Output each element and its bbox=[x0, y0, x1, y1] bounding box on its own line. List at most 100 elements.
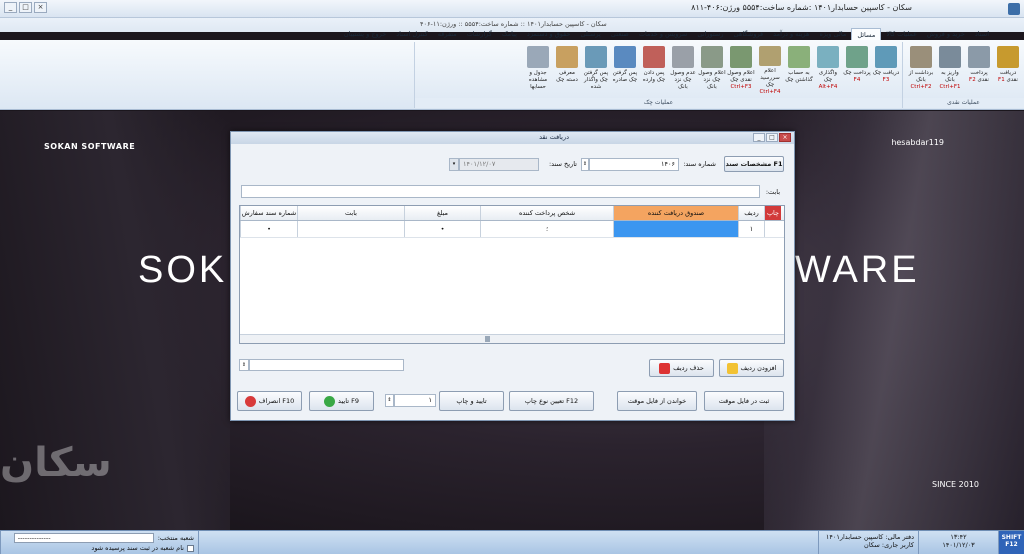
cheque-button-10[interactable]: پس گرفتن چک واگذار شده bbox=[582, 44, 610, 96]
cell-chap[interactable] bbox=[764, 221, 781, 237]
scroll-thumb[interactable] bbox=[485, 336, 490, 342]
cheque-button-7[interactable]: عدم وصول چک نزد بانک bbox=[669, 44, 697, 96]
window-title: سکان - کاسپین حسابدار۱۴۰۱ :شماره ساخت:۵۵… bbox=[691, 3, 912, 12]
datetime-cell: ۱۳:۴۲ ۱۴۰۱/۱۲/۰۳ bbox=[918, 531, 998, 554]
cheque-button-6[interactable]: اعلام وصول چک نزد بانک bbox=[698, 44, 726, 96]
babat-input[interactable] bbox=[241, 185, 760, 198]
dialog-maximize-icon[interactable]: □ bbox=[766, 133, 778, 142]
tab-2[interactable]: عملیات کالا bbox=[881, 28, 922, 40]
doc-no-spin[interactable]: ⇕ bbox=[581, 158, 589, 171]
print-type-button[interactable]: تعیین نوع چاپ F12 bbox=[509, 391, 594, 411]
maximize-icon[interactable]: □ bbox=[19, 2, 32, 13]
dialog-close-icon[interactable]: × bbox=[779, 133, 791, 142]
cheque-button-2[interactable]: واگذاری چک Alt+F4 bbox=[814, 44, 842, 96]
col-header-print[interactable]: چاپ bbox=[764, 206, 781, 220]
save-temp-button[interactable]: ثبت در فایل موقت bbox=[704, 391, 784, 411]
cell-pardakht[interactable]: ؛ bbox=[480, 221, 613, 237]
read-temp-button[interactable]: خواندن از فایل موقت bbox=[617, 391, 697, 411]
cheque-button-label: پس گرفتن چک واگذار شده bbox=[583, 70, 609, 90]
bottom-combo[interactable] bbox=[249, 359, 404, 371]
doc-no-input[interactable]: ۱۴۰۶ bbox=[589, 158, 679, 171]
tab-14[interactable]: متفرقه bbox=[433, 28, 462, 40]
cheque-button-icon bbox=[875, 46, 897, 68]
branch-check-label: نام شعبه در ثبت سند پرسیده شود bbox=[91, 544, 184, 552]
tab-11[interactable]: حقوق و دستمزد bbox=[522, 28, 576, 40]
col-header-amount[interactable]: مبلغ bbox=[404, 206, 480, 220]
cash-button-0[interactable]: دریافت نقدی F1 bbox=[994, 44, 1022, 96]
branch-select[interactable]: -------------- bbox=[13, 533, 154, 543]
tab-13[interactable]: گزارشات bbox=[462, 28, 497, 40]
date-input[interactable]: ۱۴۰۱/۱۲/۰۷ bbox=[459, 158, 539, 171]
grid-horizontal-scrollbar[interactable] bbox=[240, 334, 784, 343]
cancel-button[interactable]: انصراف F10 bbox=[237, 391, 302, 411]
cheque-button-icon bbox=[701, 46, 723, 68]
close-icon[interactable]: × bbox=[34, 2, 47, 13]
confirm-button[interactable]: تایید F9 bbox=[309, 391, 374, 411]
add-row-button[interactable]: افزودن ردیف bbox=[719, 359, 784, 377]
tab-10[interactable]: پرسنلی bbox=[575, 28, 605, 40]
group-cash-label: عملیات نقدی bbox=[903, 98, 1024, 108]
col-header-row[interactable]: ردیف bbox=[738, 206, 764, 220]
doc-no-label: شماره سند: bbox=[683, 160, 716, 168]
branch-cell: شعبه منتخب: -------------- نام شعبه در ث… bbox=[0, 531, 198, 554]
cheque-button-label: به حساب گذاشتن چک bbox=[785, 70, 813, 83]
cheque-button-5[interactable]: اعلام وصول نقدی چک Ctrl+F3 bbox=[727, 44, 755, 96]
cell-sefaresh[interactable]: • bbox=[240, 221, 297, 237]
tab-1[interactable]: خرید و فروش bbox=[922, 28, 970, 40]
tab-15[interactable]: کنترل اسناد bbox=[391, 28, 432, 40]
cheque-button-label: واگذاری چک bbox=[818, 70, 838, 83]
check-icon bbox=[324, 395, 336, 407]
cheque-button-11[interactable]: معرفی دسته چک bbox=[553, 44, 581, 96]
tab-12[interactable]: پیامک bbox=[497, 28, 522, 40]
tab-5[interactable]: هزینه و درآمد bbox=[768, 28, 814, 40]
col-header-payer[interactable]: شخص پرداخت کننده bbox=[480, 206, 613, 220]
delete-row-button[interactable]: حذف ردیف bbox=[649, 359, 714, 377]
title-bar: سکان - کاسپین حسابدار۱۴۰۱ :شماره ساخت:۵۵… bbox=[0, 0, 1024, 18]
branch-checkbox[interactable] bbox=[187, 544, 194, 552]
tab-6[interactable]: فروشگاهی bbox=[728, 28, 768, 40]
tab-7[interactable]: رستورانی bbox=[692, 28, 728, 40]
cheque-button-4[interactable]: اعلام سررسید چک Ctrl+F4 bbox=[756, 44, 784, 96]
col-header-cashbox[interactable]: صندوق دریافت کننده bbox=[613, 206, 738, 220]
cheque-button-icon bbox=[643, 46, 665, 68]
tab-3[interactable]: مسائل bbox=[851, 28, 882, 40]
tab-8[interactable]: سرویس و خدمات bbox=[634, 28, 693, 40]
copies-spin[interactable]: ⇕ bbox=[385, 394, 394, 407]
dialog-title-bar: دریافت نقد _ □ × bbox=[231, 132, 794, 144]
copies-input[interactable]: ۱ bbox=[394, 394, 436, 407]
cheque-button-12[interactable]: جدول و مشاهده حسابها bbox=[524, 44, 552, 96]
col-header-babat[interactable]: بابت bbox=[297, 206, 404, 220]
app-icon[interactable] bbox=[1008, 3, 1020, 15]
cash-button-3[interactable]: برداشت از بانک Ctrl+F2 bbox=[907, 44, 935, 96]
dialog-minimize-icon[interactable]: _ bbox=[753, 133, 765, 142]
ribbon-tabs: اسناد خرید و فروش عملیات کالا مسائل مالی ویژ… bbox=[339, 28, 994, 40]
cheque-button-1[interactable]: پرداخت چک F4 bbox=[843, 44, 871, 96]
tab-0[interactable]: اسناد bbox=[970, 28, 994, 40]
cell-radif[interactable]: ۱ bbox=[738, 221, 764, 237]
tab-4[interactable]: مالی ویژه bbox=[814, 28, 851, 40]
cheque-button-9[interactable]: پس گرفتن چک صادره bbox=[611, 44, 639, 96]
cash-button-1[interactable]: پرداخت نقدی F2 bbox=[965, 44, 993, 96]
bottom-combo-spin[interactable]: ⇕ bbox=[239, 359, 249, 371]
babat-label: بابت: bbox=[765, 188, 780, 196]
tab-9[interactable]: صنعتی bbox=[606, 28, 634, 40]
shift-indicator[interactable]: SHIFT F12 bbox=[998, 531, 1024, 554]
confirm-print-button[interactable]: تایید و چاپ bbox=[439, 391, 504, 411]
col-header-order-doc[interactable]: شماره سند سفارش bbox=[240, 206, 297, 220]
tab-16[interactable]: خروج و پشتیبان bbox=[339, 28, 391, 40]
cheque-button-8[interactable]: پس دادن چک وارده bbox=[640, 44, 668, 96]
minimize-icon[interactable]: _ bbox=[4, 2, 17, 13]
table-row[interactable]: • • ؛ ۱ bbox=[240, 221, 784, 238]
cheque-button-label: عدم وصول چک نزد بانک bbox=[670, 70, 696, 90]
cash-button-shortcut: Ctrl+F1 bbox=[939, 84, 961, 90]
date-dropdown-icon[interactable]: ▾ bbox=[449, 158, 459, 171]
cell-mablagh[interactable]: • bbox=[404, 221, 480, 237]
doc-details-button[interactable]: مشخصات سند F1 bbox=[724, 156, 784, 172]
cash-button-2[interactable]: واریز به بانک Ctrl+F1 bbox=[936, 44, 964, 96]
cheque-button-3[interactable]: به حساب گذاشتن چک bbox=[785, 44, 813, 96]
cell-babat[interactable] bbox=[297, 221, 404, 237]
cheque-button-label: اعلام وصول چک نزد بانک bbox=[698, 70, 726, 90]
cheque-button-0[interactable]: دریافت چک F3 bbox=[872, 44, 900, 96]
cheque-button-label: معرفی دسته چک bbox=[556, 70, 578, 83]
cell-sandogh[interactable] bbox=[613, 221, 738, 237]
